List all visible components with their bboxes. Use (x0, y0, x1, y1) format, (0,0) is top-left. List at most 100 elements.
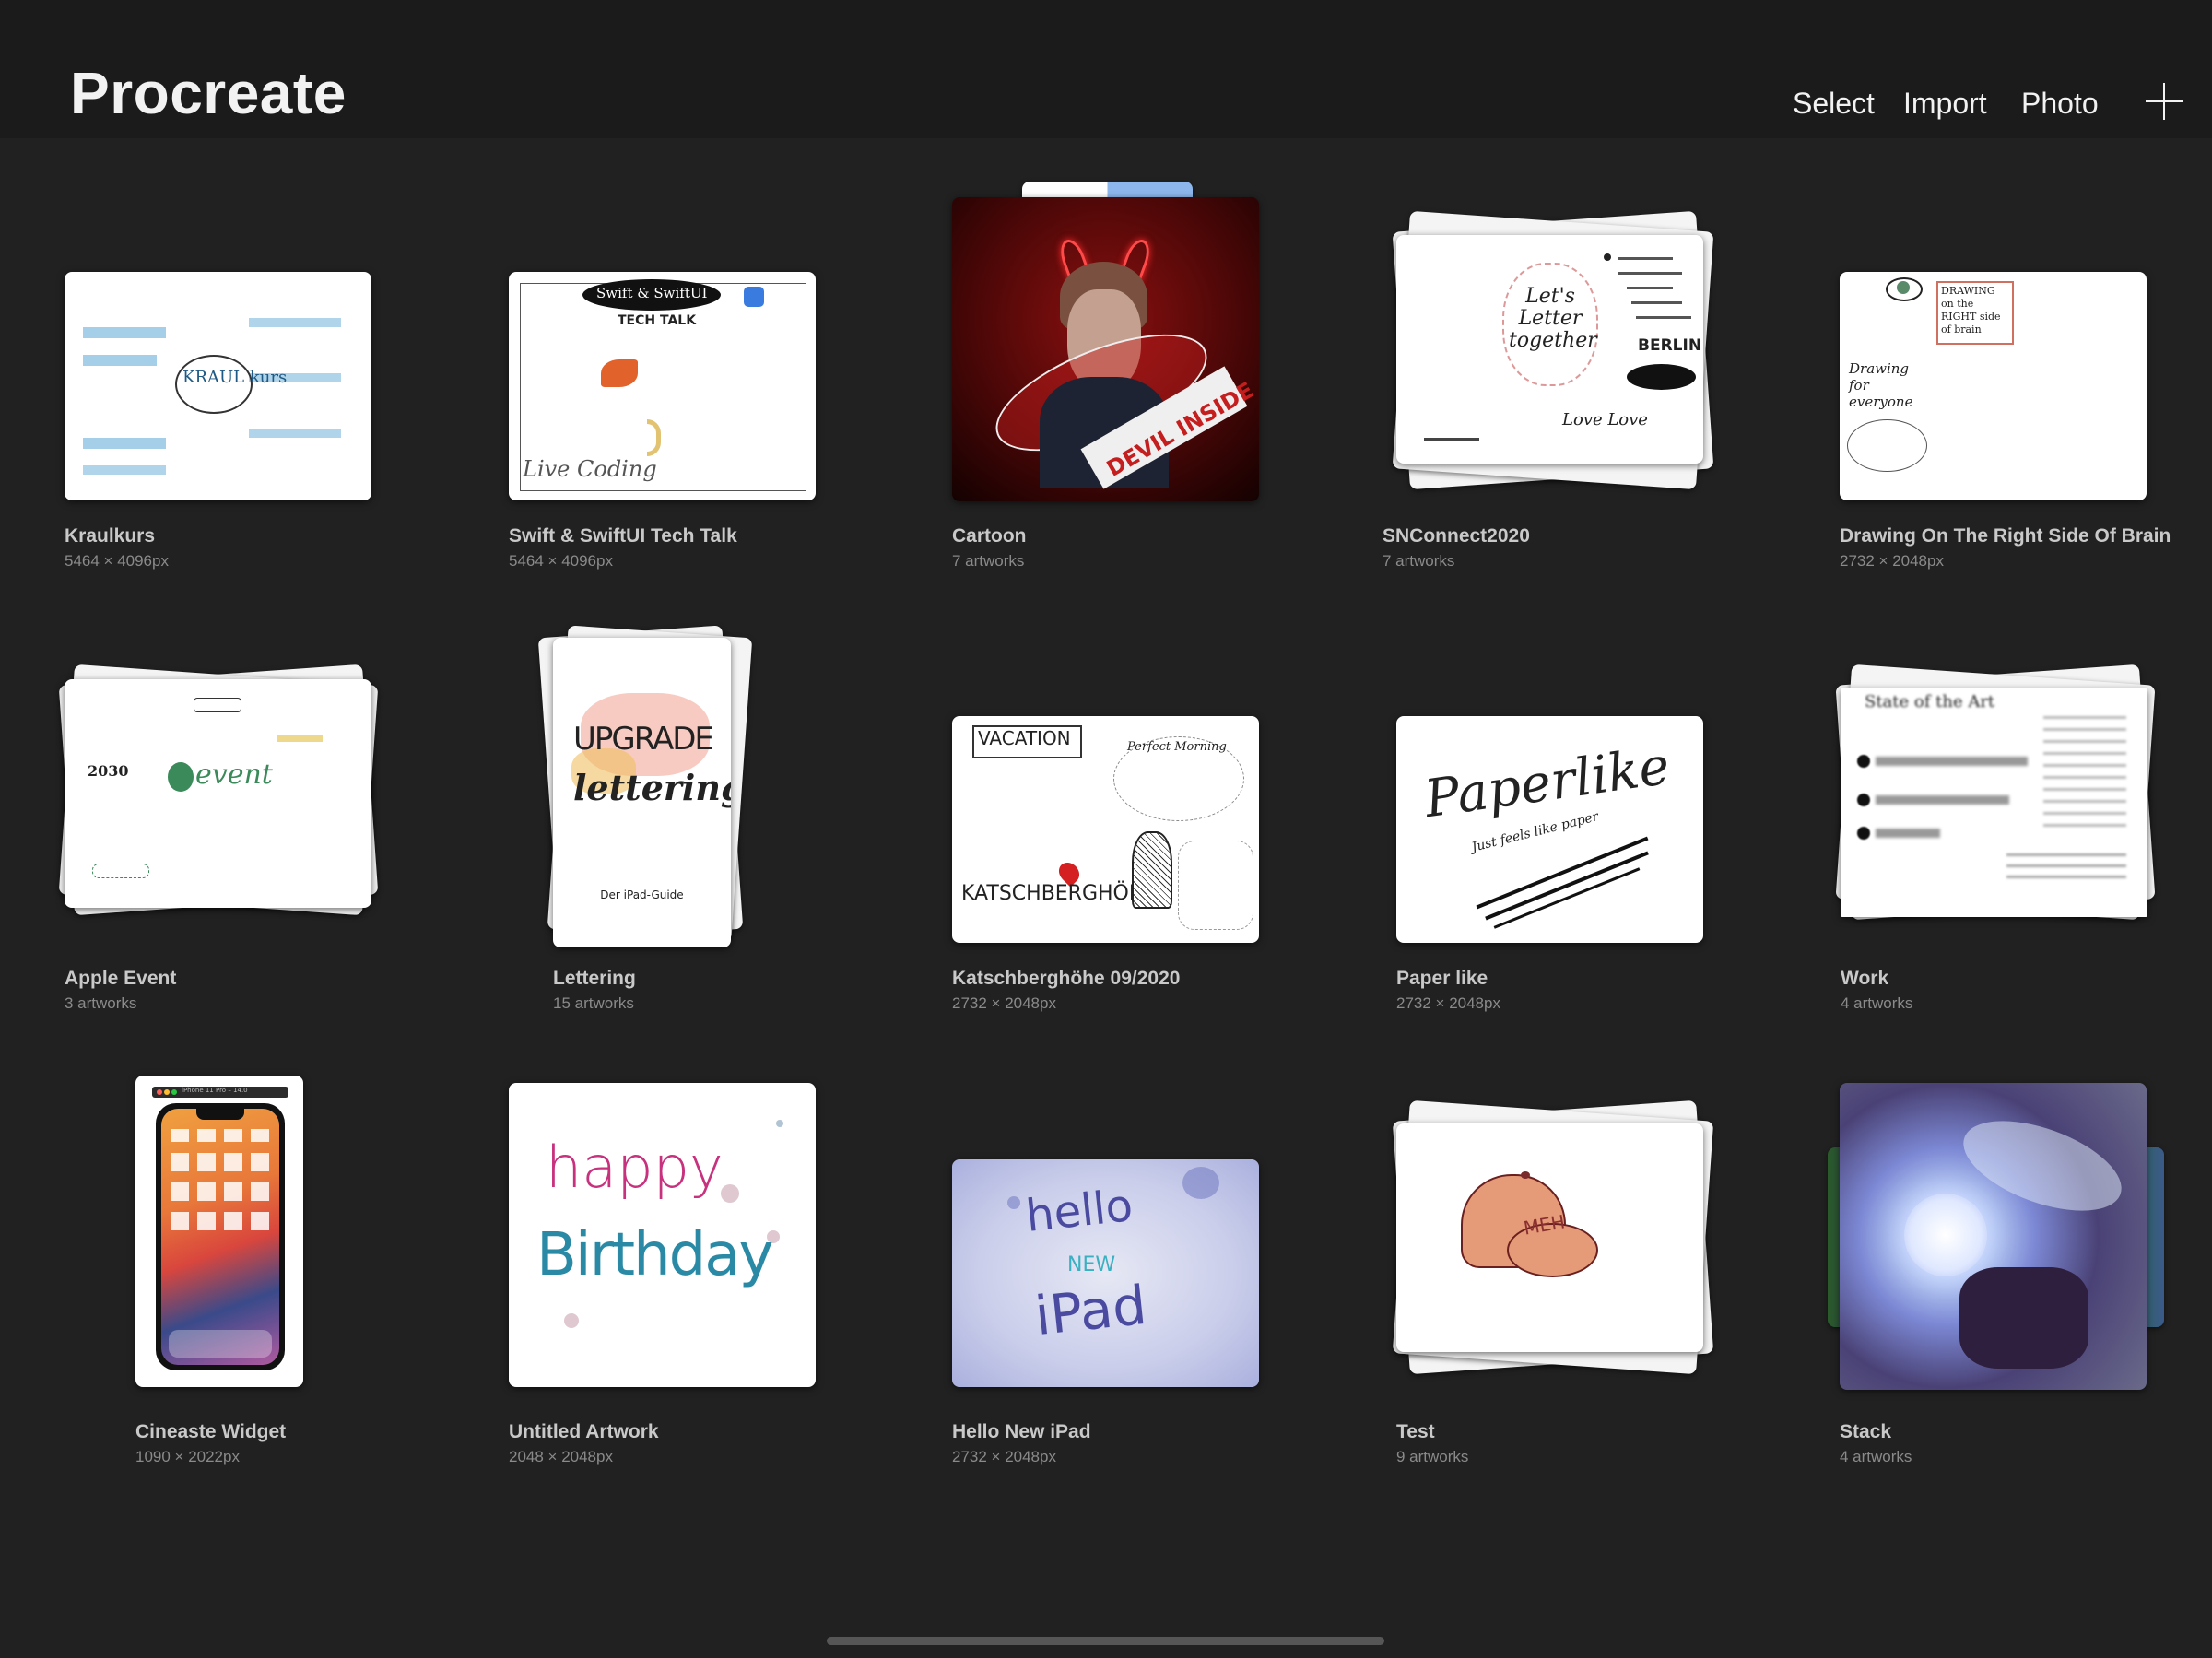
app-title: Procreate (70, 60, 347, 126)
thumb-text: event (195, 758, 273, 791)
artwork-thumbnail[interactable]: happy Birthday (509, 1083, 816, 1387)
photo-button[interactable]: Photo (2021, 87, 2099, 121)
xcode-icon (744, 287, 764, 307)
artwork-thumbnail[interactable]: DEVIL INSIDE (952, 197, 1259, 501)
app-icons-grid (171, 1129, 270, 1230)
paint-splash (564, 1313, 579, 1328)
watercolor-stroke (249, 318, 341, 327)
artwork-thumbnail[interactable]: Let's Letter together BERLIN Love Love (1396, 235, 1703, 464)
bullet (1857, 827, 1870, 840)
text-line (1618, 272, 1682, 275)
watercolor-stroke (83, 438, 166, 449)
pen-stroke (1493, 867, 1641, 929)
highlight (276, 735, 323, 742)
item-subtitle: 9 artworks (1396, 1448, 1469, 1465)
paint-splash (776, 1120, 783, 1127)
thumb-text: State of the Art (1865, 692, 1995, 711)
gallery-item-stack[interactable]: Stack 4 artworks (1820, 1078, 2171, 1465)
gallery-item-untitled-artwork[interactable]: happy Birthday Untitled Artwork 2048 × 2… (509, 1083, 818, 1470)
gallery-item-cineaste-widget[interactable]: iPhone 11 Pro – 14.0 Cineaste Widget 109… (135, 1076, 412, 1465)
black-cloud (1627, 364, 1696, 390)
iphone-screen (161, 1109, 279, 1365)
thumb-text: VACATION (978, 727, 1071, 749)
thumb-text: Let's Letter together (1509, 285, 1597, 352)
blurred-text (1876, 757, 2028, 766)
gallery-item-apple-event[interactable]: event 2030 Apple Event 3 artworks (48, 654, 389, 1018)
item-title: Untitled Artwork (509, 1421, 659, 1442)
thumb-text: KRAUL kurs (182, 368, 288, 387)
eye-iris (1897, 281, 1910, 294)
gallery-item-katschberghoehe[interactable]: VACATION Perfect Morning KATSCHBERGHÖHE … (952, 716, 1302, 1020)
artwork-thumbnail[interactable]: Swift & SwiftUI TECH TALK Live Coding (509, 272, 816, 500)
gallery-item-drawing-right-side[interactable]: DRAWING on the RIGHT side of brain Drawi… (1840, 272, 2190, 576)
artwork-thumbnail[interactable]: event 2030 (65, 679, 371, 908)
thumb-text: BERLIN (1638, 336, 1702, 355)
dock (169, 1330, 272, 1358)
bullet (1604, 253, 1611, 261)
thumb-text: DRAWING on the RIGHT side of brain (1941, 285, 2001, 335)
gallery-item-cartoon[interactable]: DEVIL INSIDE Cartoon 7 artworks (952, 180, 1261, 576)
gallery-item-test[interactable]: MEH Test 9 artworks (1382, 1099, 1733, 1470)
artwork-thumbnail[interactable]: DRAWING on the RIGHT side of brain Drawi… (1840, 272, 2147, 500)
import-button[interactable]: Import (1903, 87, 1987, 121)
ink-blot (1182, 1167, 1219, 1199)
item-title: Cartoon (952, 525, 1027, 547)
artwork-thumbnail[interactable]: hello NEW iPad (952, 1159, 1259, 1387)
gallery-item-hello-new-ipad[interactable]: hello NEW iPad Hello New iPad 2732 × 204… (952, 1159, 1302, 1473)
thumb-text: Der iPad-Guide (600, 888, 684, 901)
gallery-item-lettering[interactable]: UPGRADE lettering Der iPad-Guide Letteri… (530, 622, 806, 1018)
thumb-text: NEW (1067, 1253, 1116, 1276)
plus-icon[interactable] (2146, 83, 2183, 120)
item-title: Swift & SwiftUI Tech Talk (509, 525, 737, 547)
artwork-thumbnail[interactable]: State of the Art (1841, 688, 2147, 917)
thumb-text: Live Coding (523, 456, 657, 482)
text-line (1627, 287, 1673, 289)
item-title: Apple Event (65, 968, 177, 989)
thumb-text: iPad (1031, 1273, 1150, 1348)
thumb-text: 2030 (88, 762, 129, 780)
gallery-item-work[interactable]: State of the Art Work 4 artworks (1825, 654, 2175, 1018)
artwork-thumbnail[interactable]: MEH (1396, 1123, 1703, 1352)
blurred-text (2043, 707, 2126, 836)
item-subtitle: 2732 × 2048px (1840, 552, 1944, 570)
gallery-item-kraulkurs[interactable]: KRAUL kurs Kraulkurs 5464 × 4096px (65, 272, 373, 576)
item-title: Stack (1840, 1421, 1892, 1442)
artwork-thumbnail[interactable] (1840, 1083, 2147, 1390)
artwork-thumbnail[interactable]: VACATION Perfect Morning KATSCHBERGHÖHE (952, 716, 1259, 943)
item-subtitle: 4 artworks (1841, 994, 1913, 1012)
gallery-item-paper-like[interactable]: Paperlike Just feels like paper Paper li… (1396, 716, 1747, 1020)
thumb-text: TECH TALK (618, 313, 697, 328)
item-title: Work (1841, 968, 1889, 989)
artwork-thumbnail[interactable]: KRAUL kurs (65, 272, 371, 500)
thumb-text: KATSCHBERGHÖHE (961, 882, 1158, 905)
thumb-text: iPhone 11 Pro – 14.0 (182, 1087, 248, 1094)
select-button[interactable]: Select (1793, 87, 1875, 121)
simulator-titlebar: iPhone 11 Pro – 14.0 (152, 1087, 288, 1098)
dark-top (1959, 1267, 2088, 1369)
item-title: Cineaste Widget (135, 1421, 287, 1442)
thumb-text: happy (546, 1134, 724, 1201)
speech-bubble (1847, 419, 1927, 472)
item-title: SNConnect2020 (1382, 525, 1530, 547)
home-indicator[interactable] (827, 1637, 1384, 1645)
top-bar: Procreate (0, 0, 2212, 138)
artwork-thumbnail[interactable]: iPhone 11 Pro – 14.0 (135, 1076, 303, 1387)
notch (196, 1109, 244, 1120)
thumb-text: Paperlike (1420, 735, 1674, 830)
text-line (1424, 438, 1479, 441)
item-subtitle: 7 artworks (1382, 552, 1455, 570)
watercolor-stroke (83, 355, 157, 366)
item-title: Kraulkurs (65, 525, 156, 547)
artwork-thumbnail[interactable]: UPGRADE lettering Der iPad-Guide (553, 638, 731, 947)
item-subtitle: 2732 × 2048px (952, 1448, 1056, 1465)
thumb-text: Perfect Morning (1127, 740, 1227, 754)
artwork-thumbnail[interactable]: Paperlike Just feels like paper (1396, 716, 1703, 943)
gallery-item-snconnect2020[interactable]: Let's Letter together BERLIN Love Love S… (1382, 210, 1724, 576)
gallery-item-swift-tech-talk[interactable]: Swift & SwiftUI TECH TALK Live Coding Sw… (509, 272, 818, 576)
watercolor-stroke (83, 465, 166, 475)
cap-button (1521, 1171, 1530, 1179)
blurred-text (1876, 795, 2009, 805)
thumb-text: Swift & SwiftUI (596, 285, 708, 301)
item-title: Drawing On The Right Side Of Brain (1840, 525, 2171, 547)
item-subtitle: 2732 × 2048px (1396, 994, 1500, 1012)
